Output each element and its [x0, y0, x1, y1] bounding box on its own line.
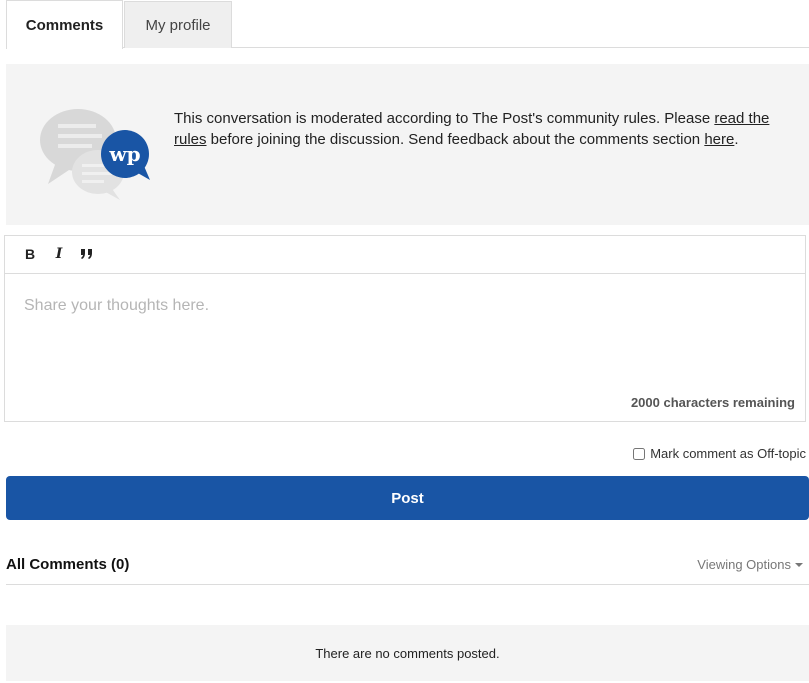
- comment-input[interactable]: [5, 275, 805, 390]
- caret-down-icon: [795, 562, 803, 567]
- bold-button[interactable]: B: [23, 244, 37, 264]
- no-comments-message: There are no comments posted.: [6, 625, 809, 681]
- moderation-text: This conversation is moderated according…: [174, 108, 774, 150]
- notice-text-part: .: [734, 131, 739, 148]
- tab-bar: Comments My profile: [6, 0, 809, 49]
- divider: [6, 584, 809, 585]
- moderation-notice: wp This conversation is moderated accord…: [6, 64, 809, 225]
- italic-button[interactable]: I: [51, 244, 67, 264]
- quote-icon: [81, 249, 92, 259]
- offtopic-option[interactable]: Mark comment as Off-topic: [633, 446, 806, 461]
- editor-toolbar: B I: [5, 236, 805, 274]
- wp-badge-text: wp: [108, 142, 140, 166]
- empty-state-text: There are no comments posted.: [315, 645, 500, 661]
- speech-bubbles-icon: wp: [40, 109, 150, 200]
- comment-editor: B I 2000 characters remaining: [4, 235, 806, 422]
- viewing-options-label: Viewing Options: [697, 557, 791, 572]
- notice-text-part: This conversation is moderated according…: [174, 110, 715, 127]
- offtopic-checkbox[interactable]: [633, 447, 646, 460]
- quote-button[interactable]: [79, 244, 95, 264]
- notice-text-part: before joining the discussion. Send feed…: [206, 131, 705, 148]
- comments-count-heading: All Comments (0): [6, 556, 130, 573]
- character-counter: 2000 characters remaining: [630, 395, 795, 410]
- feedback-link[interactable]: here: [704, 131, 734, 148]
- viewing-options-dropdown[interactable]: Viewing Options: [697, 557, 803, 572]
- offtopic-label: Mark comment as Off-topic: [650, 446, 806, 461]
- tab-my-profile[interactable]: My profile: [124, 1, 232, 48]
- tab-comments[interactable]: Comments: [6, 0, 123, 49]
- post-button[interactable]: Post: [6, 476, 809, 520]
